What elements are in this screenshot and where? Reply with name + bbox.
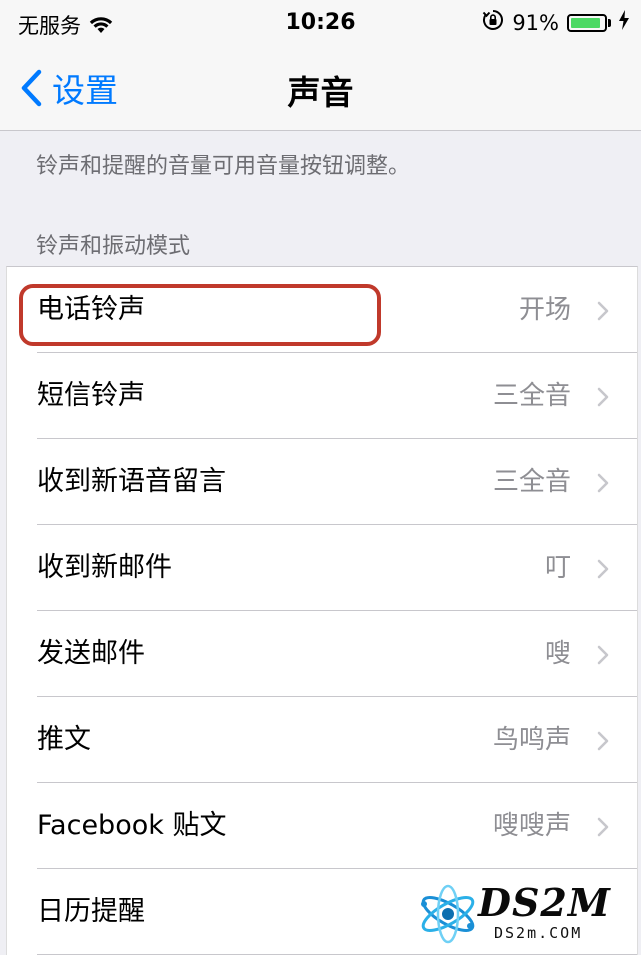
row-label: 短信铃声	[37, 380, 145, 411]
watermark: DS2M DS2m.COM	[412, 880, 632, 948]
list-item-new-mail[interactable]: 收到新邮件 叮	[7, 525, 637, 611]
battery-fill	[571, 17, 601, 28]
chevron-right-icon	[597, 817, 609, 837]
row-label: 收到新邮件	[37, 552, 172, 583]
charging-bolt-icon	[619, 10, 629, 35]
page-title: 声音	[287, 73, 354, 112]
chevron-right-icon	[597, 559, 609, 579]
status-right: 91%	[482, 9, 629, 36]
chevron-right-icon	[597, 473, 609, 493]
list-item-tweet[interactable]: 推文 鸟鸣声	[7, 697, 637, 783]
watermark-brand: DS2M	[478, 880, 611, 925]
chevron-right-icon	[597, 301, 609, 321]
battery-percent: 91%	[512, 10, 559, 35]
section-header: 铃声和振动模式	[36, 234, 191, 259]
row-label: 收到新语音留言	[37, 466, 226, 497]
row-value: 鸟鸣声	[492, 725, 571, 755]
watermark-domain: DS2m.COM	[494, 924, 583, 942]
row-value: 叮	[544, 553, 571, 583]
list-item-phone-ringtone[interactable]: 电话铃声 开场	[7, 267, 637, 353]
row-label: 推文	[37, 724, 91, 755]
section-note: 铃声和提醒的音量可用音量按钮调整。	[36, 154, 411, 179]
battery-body	[567, 13, 607, 32]
battery-tip	[608, 18, 611, 27]
row-value: 嗖	[544, 639, 571, 669]
row-label: 电话铃声	[37, 294, 145, 325]
row-value: 三全音	[492, 381, 571, 411]
list-item-facebook-post[interactable]: Facebook 贴文 嗖嗖声	[7, 783, 637, 869]
list-item-text-tone[interactable]: 短信铃声 三全音	[7, 353, 637, 439]
row-value: 开场	[518, 295, 571, 325]
settings-list: 电话铃声 开场 短信铃声 三全音 收到新语音留言 三全音 收到新邮件 叮 发送邮…	[6, 266, 638, 955]
row-label: 日历提醒	[37, 896, 145, 927]
navigation-bar: 设置 声音	[0, 48, 641, 131]
row-value: 嗖嗖声	[492, 811, 571, 841]
battery-icon	[567, 13, 611, 32]
chevron-right-icon	[597, 387, 609, 407]
list-item-new-voicemail[interactable]: 收到新语音留言 三全音	[7, 439, 637, 525]
row-label: Facebook 贴文	[37, 810, 227, 841]
row-value: 三全音	[492, 467, 571, 497]
rotation-lock-icon	[482, 9, 504, 36]
chevron-right-icon	[597, 731, 609, 751]
status-bar: 无服务 10:26 91%	[0, 0, 641, 48]
list-item-sent-mail[interactable]: 发送邮件 嗖	[7, 611, 637, 697]
chevron-right-icon	[597, 645, 609, 665]
row-label: 发送邮件	[37, 638, 145, 669]
atom-logo-icon	[416, 882, 480, 950]
